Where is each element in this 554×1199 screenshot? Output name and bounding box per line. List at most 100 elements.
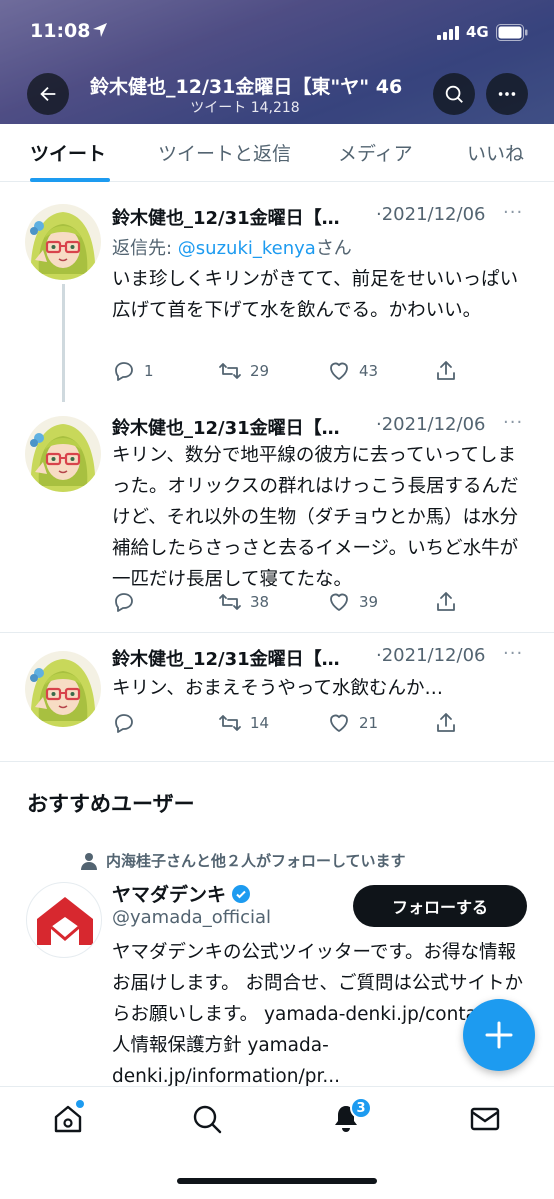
nav-home[interactable] bbox=[52, 1100, 86, 1137]
recommended-user-bio: ヤマダデンキの公式ツイッターです。お得な情報お届けします。 お問合せ、ご質問は公… bbox=[112, 942, 524, 1087]
profile-tabs: ツイート ツイートと返信 メディア いいね bbox=[0, 124, 554, 182]
heart-icon bbox=[327, 711, 351, 735]
like-button[interactable]: 39 bbox=[327, 590, 378, 614]
compose-tweet-button[interactable] bbox=[463, 999, 535, 1071]
nav-notifications[interactable]: 3 bbox=[330, 1097, 372, 1137]
search-profile-button[interactable] bbox=[433, 73, 475, 115]
profile-nav: 鈴木健也_12/31金曜日【東"ヤ" 46 ツイート 14,218 bbox=[0, 70, 554, 120]
battery-icon bbox=[496, 24, 528, 41]
arrow-left-icon bbox=[40, 86, 56, 102]
more-options-button[interactable] bbox=[486, 73, 528, 115]
house-logo-icon bbox=[37, 897, 93, 945]
share-icon bbox=[434, 590, 458, 614]
tweet-item[interactable]: 鈴木健也_12/31金曜日【… ·2021/12/06 ··· キリン、おまえそ… bbox=[0, 633, 554, 761]
search-icon bbox=[445, 85, 463, 103]
like-button[interactable]: 21 bbox=[327, 711, 378, 735]
tweet-author-name[interactable]: 鈴木健也_12/31金曜日【… bbox=[112, 645, 374, 671]
like-count: 39 bbox=[359, 593, 379, 611]
reply-button[interactable] bbox=[112, 590, 144, 614]
like-button[interactable]: 43 bbox=[327, 359, 378, 383]
recommended-user-name[interactable]: ヤマダデンキ bbox=[112, 880, 251, 907]
profile-name: 鈴木健也_12/31金曜日【東"ヤ" 46 bbox=[90, 76, 403, 98]
person-icon bbox=[81, 852, 97, 870]
tweet-actions: 38 39 bbox=[112, 590, 532, 616]
avatar[interactable] bbox=[25, 651, 101, 727]
nav-search[interactable] bbox=[191, 1103, 225, 1137]
status-time: 11:08 bbox=[30, 20, 91, 42]
plus-icon bbox=[485, 1021, 513, 1049]
home-indicator bbox=[177, 1178, 377, 1184]
tweet-text: キリン、数分で地平線の彼方に去っていってしまった。オリックスの群れはけっこう長居… bbox=[112, 445, 519, 590]
tweet-item[interactable]: 鈴木健也_12/31金曜日【… ·2021/12/06 ··· 返信先: @su… bbox=[0, 182, 554, 402]
profile-banner: 11:08 4G 鈴木健也_12/31金曜日【東"ヤ" 46 ツイート 14,2… bbox=[0, 0, 554, 124]
tweet-item[interactable]: 鈴木健也_12/31金曜日【… ·2021/12/06 ··· キリン、数分で地… bbox=[0, 402, 554, 632]
recommended-users-title: おすすめユーザー bbox=[27, 792, 195, 816]
tweet-actions: 14 21 bbox=[112, 711, 532, 737]
more-horizontal-icon bbox=[498, 92, 516, 96]
nav-messages[interactable] bbox=[469, 1103, 503, 1137]
reply-to-suffix: さん bbox=[315, 238, 352, 259]
avatar[interactable] bbox=[25, 204, 101, 280]
reply-to-handle[interactable]: @suzuki_kenya bbox=[178, 238, 316, 259]
retweet-button[interactable]: 38 bbox=[218, 590, 269, 614]
like-count: 21 bbox=[359, 714, 379, 732]
network-type: 4G bbox=[466, 23, 489, 41]
heart-icon bbox=[327, 590, 351, 614]
tweet-author-name[interactable]: 鈴木健也_12/31金曜日【… bbox=[112, 414, 374, 440]
reply-button[interactable] bbox=[112, 711, 144, 735]
social-context: 内海桂子さんと他２人がフォローしています bbox=[80, 850, 406, 871]
reply-to-prefix: 返信先: bbox=[112, 238, 178, 259]
tweet-author-name[interactable]: 鈴木健也_12/31金曜日【… bbox=[112, 204, 374, 230]
tweet-date[interactable]: ·2021/12/06 bbox=[376, 645, 485, 666]
retweet-count: 38 bbox=[250, 593, 270, 611]
signal-icon bbox=[437, 26, 459, 40]
follow-button[interactable]: フォローする bbox=[353, 885, 527, 927]
status-bar: 11:08 4G bbox=[0, 0, 554, 62]
thread-line bbox=[62, 284, 65, 402]
tweet-count: ツイート 14,218 bbox=[190, 100, 300, 116]
reply-icon bbox=[112, 711, 136, 735]
reply-button[interactable]: 1 bbox=[112, 359, 154, 383]
divider bbox=[0, 761, 554, 762]
location-arrow-icon bbox=[93, 23, 107, 37]
yamada-denki-logo[interactable] bbox=[26, 882, 102, 958]
tweet-text: いま珍しくキリンがきてて、前足をせいいっぱい広げて首を下げて水を飲んでる。かわい… bbox=[112, 269, 519, 321]
heart-icon bbox=[327, 359, 351, 383]
reply-to: 返信先: @suzuki_kenyaさん bbox=[112, 234, 352, 260]
notifications-badge: 3 bbox=[350, 1097, 372, 1119]
retweet-icon bbox=[218, 590, 242, 614]
avatar[interactable] bbox=[25, 416, 101, 492]
tab-tweets-and-replies[interactable]: ツイートと返信 bbox=[158, 139, 291, 166]
tab-likes[interactable]: いいね bbox=[467, 139, 524, 166]
like-count: 43 bbox=[359, 362, 379, 380]
share-icon bbox=[434, 711, 458, 735]
tweet-more-button[interactable]: ··· bbox=[503, 412, 523, 433]
share-button[interactable] bbox=[434, 590, 466, 614]
retweet-icon bbox=[218, 359, 242, 383]
reply-icon bbox=[112, 590, 136, 614]
tab-tweets[interactable]: ツイート bbox=[30, 139, 106, 166]
reply-count: 1 bbox=[144, 362, 154, 380]
retweet-button[interactable]: 14 bbox=[218, 711, 269, 735]
tweet-more-button[interactable]: ··· bbox=[503, 643, 523, 664]
tweet-date[interactable]: ·2021/12/06 bbox=[376, 204, 485, 225]
tweet-text: キリン、おまえそうやって水飲むんか… bbox=[112, 678, 443, 699]
tab-media[interactable]: メディア bbox=[338, 139, 413, 166]
reply-icon bbox=[112, 359, 136, 383]
share-icon bbox=[434, 359, 458, 383]
verified-badge-icon bbox=[232, 884, 251, 903]
recommended-user-handle[interactable]: @yamada_official bbox=[112, 907, 271, 928]
retweet-button[interactable]: 29 bbox=[218, 359, 269, 383]
retweet-count: 29 bbox=[250, 362, 270, 380]
tweet-actions: 1 29 43 bbox=[112, 359, 532, 385]
tweet-more-button[interactable]: ··· bbox=[503, 202, 523, 223]
recommended-user-name-text: ヤマダデンキ bbox=[112, 884, 227, 906]
new-content-dot bbox=[76, 1100, 84, 1108]
share-button[interactable] bbox=[434, 711, 466, 735]
tweet-date[interactable]: ·2021/12/06 bbox=[376, 414, 485, 435]
mail-icon bbox=[470, 1107, 500, 1131]
retweet-count: 14 bbox=[250, 714, 270, 732]
back-button[interactable] bbox=[27, 73, 69, 115]
share-button[interactable] bbox=[434, 359, 466, 383]
retweet-icon bbox=[218, 711, 242, 735]
